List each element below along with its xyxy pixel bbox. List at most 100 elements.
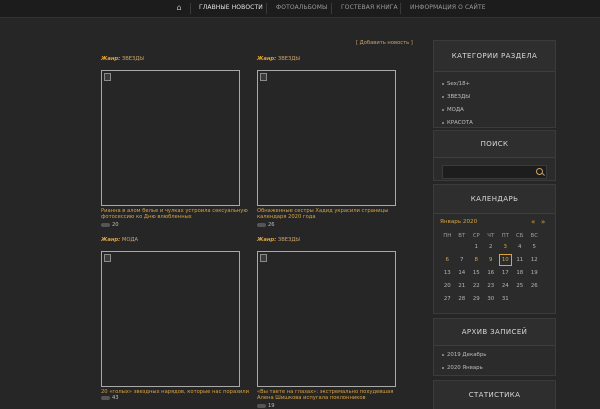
genre-line: Жанр: ЗВЕЗДЫ bbox=[257, 237, 407, 243]
calendar-day: 7 bbox=[460, 257, 464, 264]
calendar-today[interactable]: 10 bbox=[498, 254, 513, 267]
news-thumbnail[interactable] bbox=[101, 251, 240, 387]
nav-divider bbox=[331, 3, 332, 14]
search-icon[interactable] bbox=[536, 168, 543, 175]
genre-link[interactable]: МОДА bbox=[122, 237, 138, 243]
calendar-day: 30 bbox=[487, 295, 495, 302]
calendar-day: 14 bbox=[458, 269, 466, 276]
broken-image-icon bbox=[260, 254, 267, 262]
genre-link[interactable]: ЗВЕЗДЫ bbox=[278, 56, 300, 62]
view-count: 43 bbox=[101, 395, 119, 401]
news-card: Жанр: ЗВЕЗДЫ Рианна в алом белье и чулка… bbox=[101, 56, 251, 228]
genre-line: Жанр: ЗВЕЗДЫ bbox=[101, 56, 251, 62]
calendar-day: 21 bbox=[458, 282, 466, 289]
calendar-day: 20 bbox=[443, 282, 451, 289]
calendar-weekday: СБ bbox=[516, 233, 524, 239]
calendar-day: 16 bbox=[487, 269, 495, 276]
calendar-day: 4 bbox=[518, 244, 522, 251]
calendar-day[interactable]: 8 bbox=[469, 254, 484, 267]
genre-link[interactable]: ЗВЕЗДЫ bbox=[278, 237, 300, 243]
news-card: Жанр: ЗВЕЗДЫ Обнаженные сестры Хадид укр… bbox=[257, 56, 407, 228]
calendar-today-value[interactable]: 10 bbox=[498, 254, 512, 267]
calendar-day[interactable]: 6 bbox=[440, 254, 455, 267]
bullet-icon bbox=[442, 366, 444, 369]
home-icon[interactable]: ⌂ bbox=[174, 3, 184, 13]
calendar-day: 27 bbox=[443, 295, 451, 302]
calendar-day: 28 bbox=[458, 295, 466, 302]
archive-link[interactable]: 2020 Январь bbox=[442, 365, 547, 371]
widget-title: КАЛЕНДАРЬ bbox=[434, 185, 555, 214]
genre-label: Жанр: bbox=[101, 56, 121, 62]
category-label[interactable]: Sex/18+ bbox=[447, 81, 470, 87]
news-thumbnail[interactable] bbox=[257, 70, 396, 206]
nav-item-main-news[interactable]: ГЛАВНЫЕ НОВОСТИ bbox=[199, 4, 263, 11]
nav-divider bbox=[266, 3, 267, 14]
category-label[interactable]: ЗВЕЗДЫ bbox=[447, 94, 470, 100]
calendar-month: Январь 2020 bbox=[440, 219, 478, 225]
news-title-link[interactable]: «Вы таете на глазах»: экстремально похуд… bbox=[257, 389, 407, 402]
widget-title: КАТЕГОРИИ РАЗДЕЛА bbox=[434, 41, 555, 72]
category-link[interactable]: Sex/18+ bbox=[442, 81, 547, 87]
nav-divider bbox=[400, 3, 401, 14]
genre-line: Жанр: ЗВЕЗДЫ bbox=[257, 56, 407, 62]
news-title-link[interactable]: 20 «голых» звездных нарядов, которые нас… bbox=[101, 389, 251, 395]
calendar-day: 13 bbox=[443, 269, 451, 276]
eye-icon bbox=[101, 222, 110, 227]
add-news-link[interactable]: [ Добавить новость ] bbox=[356, 40, 413, 46]
calendar-day[interactable]: 9 bbox=[484, 254, 499, 267]
news-title-link[interactable]: Рианна в алом белье и чулках устроила се… bbox=[101, 208, 251, 221]
eye-icon bbox=[101, 395, 110, 400]
broken-image-icon bbox=[260, 73, 267, 81]
archive-widget: АРХИВ ЗАПИСЕЙ 2019 Декабрь 2020 Январь bbox=[433, 318, 556, 376]
calendar-day: 23 bbox=[487, 282, 495, 289]
news-card: Жанр: МОДА 20 «голых» звездных нарядов, … bbox=[101, 237, 251, 401]
calendar-day: 24 bbox=[501, 282, 509, 289]
genre-link[interactable]: ЗВЕЗДЫ bbox=[122, 56, 144, 62]
nav-item-photo-albums[interactable]: ФОТОАЛЬБОМЫ bbox=[276, 4, 327, 11]
calendar-day: 11 bbox=[516, 257, 524, 264]
genre-label: Жанр: bbox=[101, 237, 121, 243]
view-count: 19 bbox=[257, 403, 275, 409]
category-link[interactable]: КРАСОТА bbox=[442, 120, 547, 126]
calendar-day: 19 bbox=[530, 269, 538, 276]
archive-link[interactable]: 2019 Декабрь bbox=[442, 352, 547, 358]
calendar-day: 31 bbox=[501, 295, 509, 302]
calendar-day: 29 bbox=[472, 295, 480, 302]
calendar-empty-cell bbox=[440, 241, 455, 254]
news-title-link[interactable]: Обнаженные сестры Хадид украсили страниц… bbox=[257, 208, 407, 221]
calendar-day: 12 bbox=[530, 257, 538, 264]
category-label[interactable]: МОДА bbox=[447, 107, 464, 113]
search-input[interactable] bbox=[442, 165, 547, 179]
calendar-day: 15 bbox=[472, 269, 480, 276]
calendar-day[interactable]: 3 bbox=[498, 241, 513, 254]
nav-item-site-info[interactable]: ИНФОРМАЦИЯ О САЙТЕ bbox=[410, 4, 486, 11]
categories-widget: КАТЕГОРИИ РАЗДЕЛА Sex/18+ ЗВЕЗДЫ МОДА КР… bbox=[433, 40, 556, 128]
news-thumbnail[interactable] bbox=[101, 70, 240, 206]
calendar-widget: КАЛЕНДАРЬ Январь 2020 « » ПН ВТ СР ЧТ ПТ СБ ВС… bbox=[433, 184, 556, 314]
view-count: 26 bbox=[257, 222, 275, 228]
calendar-prev-button[interactable]: « bbox=[531, 218, 535, 226]
nav-item-guestbook[interactable]: ГОСТЕВАЯ КНИГА bbox=[341, 4, 398, 11]
calendar-empty-cell bbox=[527, 292, 542, 305]
news-thumbnail[interactable] bbox=[257, 251, 396, 387]
calendar-weekday: СР bbox=[472, 233, 480, 239]
statistics-widget: СТАТИСТИКА bbox=[433, 380, 556, 409]
eye-icon bbox=[257, 222, 266, 227]
category-link[interactable]: МОДА bbox=[442, 107, 547, 113]
calendar-weekday: ВТ bbox=[458, 233, 466, 239]
bullet-icon bbox=[442, 82, 444, 85]
widget-title: АРХИВ ЗАПИСЕЙ bbox=[434, 319, 555, 346]
calendar-day: 22 bbox=[472, 282, 480, 289]
widget-title: ПОИСК bbox=[434, 131, 555, 158]
genre-label: Жанр: bbox=[257, 56, 277, 62]
calendar-day: 18 bbox=[516, 269, 524, 276]
calendar-next-button[interactable]: » bbox=[541, 218, 545, 226]
eye-icon bbox=[257, 403, 266, 408]
view-count-value: 26 bbox=[268, 222, 275, 228]
archive-label[interactable]: 2019 Декабрь bbox=[447, 352, 486, 358]
archive-label[interactable]: 2020 Январь bbox=[447, 365, 483, 371]
calendar-empty-cell bbox=[513, 292, 528, 305]
category-label[interactable]: КРАСОТА bbox=[447, 120, 473, 126]
view-count-value: 43 bbox=[112, 395, 119, 401]
category-link[interactable]: ЗВЕЗДЫ bbox=[442, 94, 547, 100]
